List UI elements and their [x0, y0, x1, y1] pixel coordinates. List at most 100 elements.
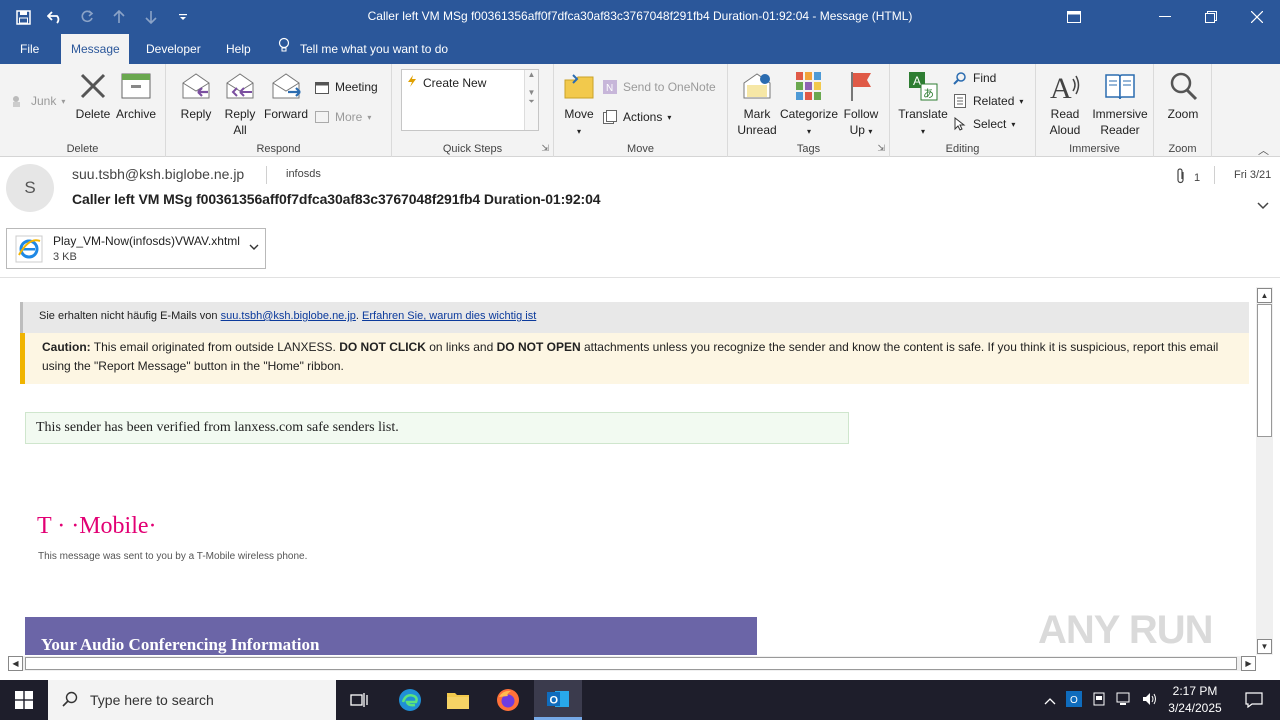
network-icon[interactable]	[1116, 692, 1132, 709]
system-tray: O	[1044, 680, 1158, 720]
next-item-icon[interactable]	[140, 6, 162, 28]
reply-all-button[interactable]: Reply All	[220, 68, 260, 138]
svg-text:N: N	[606, 83, 613, 94]
junk-button[interactable]: Junk ▾	[10, 93, 65, 109]
avatar: S	[6, 164, 54, 212]
group-label-delete: Delete	[66, 143, 99, 155]
notice-text: Sie erhalten nicht häufig E-Mails von	[39, 310, 221, 322]
first-contact-notice: Sie erhalten nicht häufig E-Mails von su…	[20, 302, 1249, 333]
group-delete: Junk ▾ Delete Archive Delete	[0, 64, 166, 157]
dialog-launcher-icon[interactable]: ⇲	[877, 143, 885, 154]
select-button[interactable]: Select ▾	[952, 116, 1015, 132]
group-label-zoom: Zoom	[1168, 143, 1197, 155]
flag-icon	[843, 68, 879, 104]
translate-button[interactable]: Aあ Translate ▾	[896, 68, 950, 140]
clock[interactable]: 2:17 PM 3/24/2025	[1160, 683, 1230, 717]
scroll-thumb[interactable]	[25, 657, 1237, 670]
scroll-down-icon[interactable]: ▼	[1257, 639, 1272, 654]
move-button[interactable]: Move ▾	[560, 68, 598, 140]
file-explorer-icon[interactable]	[434, 680, 482, 720]
delete-button[interactable]: Delete	[74, 68, 112, 122]
send-to-onenote-button[interactable]: N Send to OneNote	[602, 79, 716, 95]
follow-up-button[interactable]: Follow Up ▾	[840, 68, 882, 140]
archive-button[interactable]: Archive	[114, 68, 158, 122]
undo-icon[interactable]	[44, 6, 66, 28]
minimize-icon[interactable]	[1142, 0, 1188, 34]
select-label: Select	[973, 117, 1007, 131]
actions-label: Actions	[623, 110, 663, 124]
sender-address[interactable]: suu.tsbh@ksh.biglobe.ne.jp	[72, 166, 244, 182]
task-view-icon[interactable]	[336, 680, 384, 720]
brand-logo: T · ·Mobile·	[37, 513, 157, 539]
previous-item-icon[interactable]	[108, 6, 130, 28]
redo-icon[interactable]	[76, 6, 98, 28]
show-hidden-icons-icon[interactable]	[1044, 693, 1056, 708]
related-button[interactable]: Related ▾	[952, 93, 1023, 109]
attachment-chip[interactable]: Play_VM-Now(infosds)VWAV.xhtml 3 KB	[6, 228, 266, 269]
notice-email-link[interactable]: suu.tsbh@ksh.biglobe.ne.jp	[221, 310, 356, 322]
attachment-menu-icon[interactable]	[249, 241, 259, 253]
scroll-right-icon[interactable]: ▶	[1241, 656, 1256, 671]
forward-icon	[268, 68, 304, 104]
follow-up-label-2: Up	[849, 123, 865, 137]
taskbar-search[interactable]: Type here to search	[48, 680, 336, 720]
create-new-quick-step[interactable]: Create New	[407, 75, 486, 90]
outlook-icon[interactable]: O	[534, 680, 582, 720]
reply-button[interactable]: Reply	[176, 68, 216, 122]
tell-me-search[interactable]: Tell me what you want to do	[278, 34, 448, 64]
meeting-button[interactable]: Meeting	[314, 79, 378, 95]
categorize-button[interactable]: Categorize ▾	[780, 68, 838, 140]
edge-icon[interactable]	[386, 680, 434, 720]
svg-text:あ: あ	[923, 87, 934, 100]
device-icon[interactable]	[1092, 692, 1106, 709]
notice-learn-link[interactable]: Erfahren Sie, warum dies wichtig ist	[362, 310, 536, 322]
mark-unread-button[interactable]: Mark Unread	[734, 68, 780, 138]
recipient[interactable]: infosds	[286, 168, 321, 180]
volume-icon[interactable]	[1142, 692, 1158, 709]
immersive-reader-button[interactable]: Immersive Reader	[1090, 68, 1150, 138]
horizontal-scrollbar[interactable]: ◀ ▶	[8, 656, 1256, 671]
find-button[interactable]: Find	[952, 70, 996, 86]
close-icon[interactable]	[1234, 0, 1280, 34]
actions-button[interactable]: Actions ▾	[602, 109, 671, 125]
caution-text: This email originated from outside LANXE…	[90, 340, 340, 354]
reply-all-label-2: All	[233, 123, 247, 137]
scroll-thumb[interactable]	[1257, 304, 1272, 437]
gallery-scrollbar[interactable]: ▲ ▼ ⏷	[524, 70, 538, 130]
group-label-respond: Respond	[256, 143, 301, 155]
calendar-icon	[314, 79, 330, 95]
save-icon[interactable]	[12, 6, 34, 28]
group-label-editing: Editing	[945, 143, 980, 155]
expand-header-icon[interactable]	[1257, 198, 1269, 213]
scroll-up-icon[interactable]: ▲	[1257, 288, 1272, 303]
restore-icon[interactable]	[1188, 0, 1234, 34]
more-respond-button[interactable]: More ▾	[314, 109, 371, 125]
tab-help[interactable]: Help	[216, 34, 261, 64]
outlook-tray-icon[interactable]: O	[1066, 690, 1082, 710]
group-zoom: Zoom Zoom	[1154, 64, 1212, 157]
more-label: More	[335, 110, 363, 124]
attachment-filename: Play_VM-Now(infosds)VWAV.xhtml	[53, 234, 240, 248]
scroll-left-icon[interactable]: ◀	[8, 656, 23, 671]
group-tags: Mark Unread Categorize ▾ Follow Up ▾ Tag…	[728, 64, 890, 157]
quick-steps-gallery[interactable]: Create New ▲ ▼ ⏷	[401, 69, 539, 131]
forward-button[interactable]: Forward	[262, 68, 310, 122]
read-aloud-button[interactable]: A Read Aloud	[1042, 68, 1088, 138]
ribbon-display-options-icon[interactable]	[1050, 0, 1098, 34]
caution-bold-text: DO NOT CLICK	[339, 340, 426, 354]
ribbon-tabs: File Message Developer Help Tell me what…	[0, 34, 1280, 64]
dialog-launcher-icon[interactable]: ⇲	[541, 143, 549, 154]
mark-unread-label-2: Unread	[737, 123, 777, 137]
firefox-icon[interactable]	[484, 680, 532, 720]
zoom-button[interactable]: Zoom	[1160, 68, 1206, 122]
tab-file[interactable]: File	[10, 34, 49, 64]
vertical-scrollbar[interactable]: ▲ ▼	[1256, 287, 1273, 655]
customize-toolbar-icon[interactable]	[172, 6, 194, 28]
windows-start-icon[interactable]	[0, 680, 48, 720]
caution-label: Caution:	[42, 340, 91, 354]
translate-icon: Aあ	[905, 68, 941, 104]
notification-icon[interactable]	[1234, 680, 1274, 720]
collapse-ribbon-icon[interactable]: ︿	[1258, 142, 1269, 158]
tab-developer[interactable]: Developer	[136, 34, 211, 64]
tab-message[interactable]: Message	[61, 34, 129, 64]
